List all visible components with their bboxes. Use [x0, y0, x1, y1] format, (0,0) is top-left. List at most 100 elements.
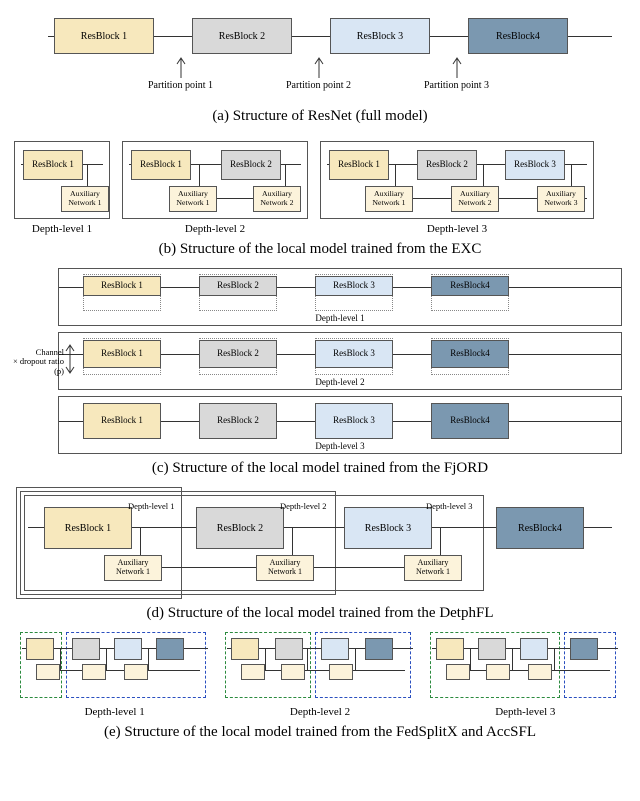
resblock-1: ResBlock 1: [83, 340, 161, 368]
resblock-1: ResBlock 1: [44, 507, 132, 549]
caption-d: (d) Structure of the local model trained…: [8, 605, 632, 622]
resblock-3: ResBlock 3: [315, 403, 393, 439]
aux-net: [124, 664, 148, 680]
aux-net-2: Auxiliary Network 2: [451, 186, 499, 212]
caption-c: (c) Structure of the local model trained…: [8, 460, 632, 477]
depth-label-2: Depth-level 2: [225, 706, 415, 718]
resblock-2: ResBlock 2: [221, 150, 281, 180]
aux-net: [82, 664, 106, 680]
aux-net: [281, 664, 305, 680]
resblock-3: [520, 638, 548, 660]
resblock-2: [72, 638, 100, 660]
resblock-4: [156, 638, 184, 660]
panel-c-depth1: ResBlock 1 ResBlock 2 ResBlock 3 ResBloc…: [58, 268, 622, 326]
depth-label-1: Depth-level 1: [14, 223, 110, 235]
depth-label-2: Depth-level 2: [280, 501, 327, 511]
resblock-4: [570, 638, 598, 660]
aux-net-1: Auxiliary Network 1: [169, 186, 217, 212]
panel-c-depth2: ResBlock 1 ResBlock 2 ResBlock 3 ResBloc…: [58, 332, 622, 390]
resblock-1: ResBlock 1: [23, 150, 83, 180]
panel-e-depth3: Depth-level 3: [430, 632, 620, 718]
depth-label-1: Depth-level 1: [20, 706, 210, 718]
caption-b: (b) Structure of the local model trained…: [8, 241, 632, 258]
resblock-2: ResBlock 2: [199, 340, 277, 368]
resblock-3: ResBlock 3: [315, 276, 393, 296]
panel-e-depth2: Depth-level 2: [225, 632, 415, 718]
resblock-4: ResBlock4: [468, 18, 568, 54]
resblock-2: [275, 638, 303, 660]
depth-label-2: Depth-level 2: [122, 223, 308, 235]
resblock-3: ResBlock 3: [344, 507, 432, 549]
partition-point-2: Partition point 2: [286, 56, 351, 91]
resblock-3: ResBlock 3: [330, 18, 430, 54]
double-arrow-icon: [64, 344, 76, 374]
depth-label-1: Depth-level 1: [128, 501, 175, 511]
resblock-4: ResBlock4: [431, 340, 509, 368]
resblock-4: ResBlock4: [431, 276, 509, 296]
caption-e: (e) Structure of the local model trained…: [8, 724, 632, 741]
depth-label-3: Depth-level 3: [426, 501, 473, 511]
panel-b-depth3: ResBlock 1 ResBlock 2 ResBlock 3 Auxilia…: [320, 141, 594, 235]
channel-dropout-label: Channel × dropout ratio (p): [2, 348, 64, 376]
panel-d-wrap: ResBlock 1 ResBlock 2 ResBlock 3 ResBloc…: [16, 487, 624, 599]
depth-label-1: Depth-level 1: [315, 313, 364, 323]
resblock-2: ResBlock 2: [192, 18, 292, 54]
panel-e: Depth-level 1 Depth-level 2: [8, 632, 632, 741]
resblock-1: [231, 638, 259, 660]
aux-net-1: Auxiliary Network 1: [61, 186, 109, 212]
aux-net: [36, 664, 60, 680]
resblock-3: [114, 638, 142, 660]
aux-net-1: Auxiliary Network 1: [365, 186, 413, 212]
resblock-1: ResBlock 1: [329, 150, 389, 180]
caption-a: (a) Structure of ResNet (full model): [8, 108, 632, 125]
resblock-2: ResBlock 2: [417, 150, 477, 180]
resblock-3: ResBlock 3: [505, 150, 565, 180]
resblock-1: [436, 638, 464, 660]
aux-net-1: Auxiliary Network 1: [104, 555, 162, 581]
panel-a: ResBlock 1 ResBlock 2 ResBlock 3 ResBloc…: [8, 18, 632, 125]
pp1-label: Partition point 1: [148, 80, 213, 91]
arrow-up-icon: [314, 56, 324, 78]
resblock-3: ResBlock 3: [315, 340, 393, 368]
partition-point-3: Partition point 3: [424, 56, 489, 91]
resblock-4: [365, 638, 393, 660]
resblock-1: [26, 638, 54, 660]
aux-net: [329, 664, 353, 680]
aux-net: [528, 664, 552, 680]
panel-b: ResBlock 1 Auxiliary Network 1 Depth-lev…: [8, 135, 632, 258]
partition-point-1: Partition point 1: [148, 56, 213, 91]
resblock-4: ResBlock4: [496, 507, 584, 549]
panel-b-row: ResBlock 1 Auxiliary Network 1 Depth-lev…: [14, 135, 632, 235]
arrow-up-icon: [452, 56, 462, 78]
aux-net-1: Auxiliary Network 1: [256, 555, 314, 581]
aux-net-3: Auxiliary Network 3: [537, 186, 585, 212]
resblock-1: ResBlock 1: [131, 150, 191, 180]
resblock-1: ResBlock 1: [54, 18, 154, 54]
pp3-label: Partition point 3: [424, 80, 489, 91]
panel-e-depth1: Depth-level 1: [20, 632, 210, 718]
resblock-2: ResBlock 2: [196, 507, 284, 549]
resblock-2: ResBlock 2: [199, 276, 277, 296]
aux-net-2: Auxiliary Network 2: [253, 186, 301, 212]
panel-a-row: ResBlock 1 ResBlock 2 ResBlock 3 ResBloc…: [48, 18, 612, 74]
resblock-4: ResBlock4: [431, 403, 509, 439]
resblock-1: ResBlock 1: [83, 403, 161, 439]
aux-net: [241, 664, 265, 680]
panel-b-depth1: ResBlock 1 Auxiliary Network 1 Depth-lev…: [14, 141, 110, 235]
arrow-up-icon: [176, 56, 186, 78]
aux-net: [486, 664, 510, 680]
depth-label-3: Depth-level 3: [320, 223, 594, 235]
panel-e-row: Depth-level 1 Depth-level 2: [12, 632, 628, 718]
panel-b-depth2: ResBlock 1 ResBlock 2 Auxiliary Network …: [122, 141, 308, 235]
depth-label-2: Depth-level 2: [315, 377, 364, 387]
resblock-3: [321, 638, 349, 660]
panel-d: ResBlock 1 ResBlock 2 ResBlock 3 ResBloc…: [8, 487, 632, 622]
resblock-2: [478, 638, 506, 660]
aux-net: [446, 664, 470, 680]
pp2-label: Partition point 2: [286, 80, 351, 91]
aux-net-1: Auxiliary Network 1: [404, 555, 462, 581]
panel-c: ResBlock 1 ResBlock 2 ResBlock 3 ResBloc…: [8, 268, 632, 477]
panel-c-depth3: ResBlock 1 ResBlock 2 ResBlock 3 ResBloc…: [58, 396, 622, 454]
depth-label-3: Depth-level 3: [430, 706, 620, 718]
resblock-2: ResBlock 2: [199, 403, 277, 439]
